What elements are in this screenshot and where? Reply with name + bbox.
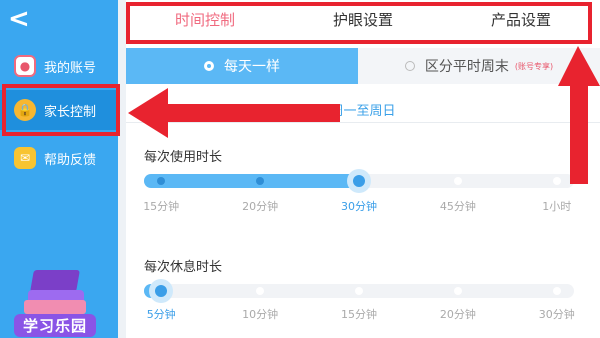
main-panel: 时间控制 护眼设置 产品设置 每天一样 区分平时周末 (账号专享) 周一至周日 … [126, 0, 600, 338]
back-button[interactable]: < [8, 6, 36, 34]
slider-step-dot[interactable] [552, 287, 561, 295]
radio-unselected-icon [404, 61, 415, 71]
sidebar-item-my-account[interactable]: ● 我的账号 [0, 46, 118, 86]
slider-step-dot[interactable] [355, 287, 363, 295]
sidebar-item-label: 我的账号 [44, 60, 97, 76]
slider-tick-label[interactable]: 1小时 [542, 198, 571, 214]
slider-knob[interactable] [149, 279, 174, 303]
annotation-box-tabs [126, 2, 592, 44]
radio-selected-icon [204, 61, 214, 71]
slider-tick-label[interactable]: 5分钟 [147, 306, 176, 322]
sidebar: < ● 我的账号 🔒 家长控制 ✉ 帮助反馈 学习乐园 [0, 0, 118, 338]
week-range-label: 周一至周日 [330, 104, 396, 119]
mode-same-every-day[interactable]: 每天一样 [126, 48, 358, 84]
account-exclusive-tip: (账号专享) [514, 61, 554, 71]
slider-tick-label[interactable]: 15分钟 [143, 198, 179, 214]
rest-duration-slider[interactable] [144, 279, 574, 303]
logo-text: 学习乐园 [14, 314, 96, 337]
mode-selector: 每天一样 区分平时周末 (账号专享) [126, 48, 600, 84]
graduation-cap-icon [30, 270, 80, 292]
account-icon: ● [14, 55, 36, 77]
sidebar-item-help-feedback[interactable]: ✉ 帮助反馈 [0, 138, 118, 178]
sidebar-item-label: 帮助反馈 [44, 152, 97, 168]
annotation-box-sidebar [2, 84, 120, 136]
slider-tick-label[interactable]: 30分钟 [539, 306, 575, 322]
slider-step-dot[interactable] [453, 177, 462, 185]
rest-duration-ticks: 5分钟 10分钟 15分钟 20分钟 30分钟 [144, 306, 575, 322]
mode-weekday-weekend[interactable]: 区分平时周末 (账号专享) [358, 48, 600, 84]
slider-tick-label[interactable]: 45分钟 [440, 198, 476, 214]
use-duration-title: 每次使用时长 [144, 150, 223, 165]
slider-tick-label[interactable]: 15分钟 [341, 306, 377, 322]
mail-icon: ✉ [14, 147, 36, 169]
slider-tick-label[interactable]: 20分钟 [440, 306, 476, 322]
slider-step-dot[interactable] [256, 287, 265, 295]
slider-tick-label[interactable]: 20分钟 [242, 198, 278, 214]
slider-knob[interactable] [347, 169, 371, 193]
use-duration-slider[interactable] [144, 169, 574, 193]
app-logo: 学习乐园 [10, 270, 100, 337]
use-duration-ticks: 15分钟 20分钟 30分钟 45分钟 1小时 [143, 198, 574, 214]
slider-step-dot[interactable] [552, 177, 561, 185]
rest-duration-title: 每次休息时长 [144, 260, 223, 275]
slider-step-dot[interactable] [453, 287, 462, 295]
divider [126, 122, 600, 123]
slider-tick-label[interactable]: 10分钟 [242, 306, 278, 322]
slider-tick-label[interactable]: 30分钟 [341, 198, 377, 214]
